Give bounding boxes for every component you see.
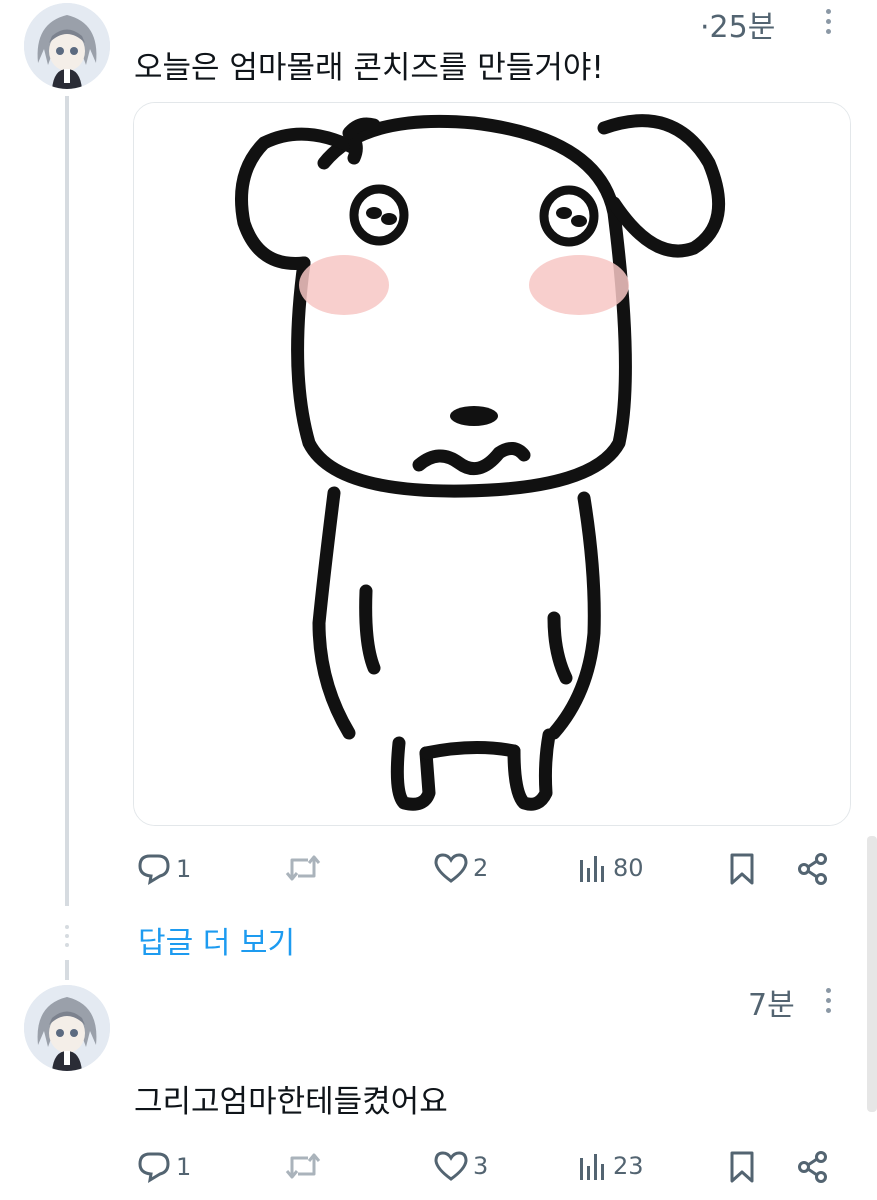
share-icon	[798, 853, 827, 885]
thread-dot	[65, 934, 69, 938]
views-button[interactable]: 23	[577, 1150, 644, 1182]
like-button[interactable]: 2	[433, 852, 488, 884]
bookmark-button[interactable]	[728, 852, 756, 886]
like-button[interactable]: 3	[433, 1150, 488, 1182]
thread-dot	[65, 925, 69, 929]
more-options-icon[interactable]	[826, 988, 832, 1013]
scrollbar[interactable]	[867, 836, 877, 1112]
post-text: 그리고엄마한테들켰어요	[134, 1084, 448, 1120]
more-options-icon[interactable]	[826, 9, 832, 34]
share-button[interactable]	[796, 1150, 830, 1184]
thread-dot	[65, 943, 69, 947]
post-media[interactable]	[133, 102, 851, 826]
share-button[interactable]	[796, 852, 830, 886]
post-time[interactable]: 7분	[748, 980, 795, 1024]
views-count: 23	[613, 1152, 644, 1180]
bookmark-button[interactable]	[728, 1150, 756, 1184]
post-time[interactable]: ·25분	[700, 2, 775, 46]
share-icon	[798, 1151, 827, 1183]
bookmark-icon	[730, 853, 754, 885]
bookmark-icon	[730, 1151, 754, 1183]
views-button[interactable]: 80	[577, 852, 644, 884]
avatar-image	[24, 985, 110, 1071]
reply-count: 1	[176, 1153, 192, 1181]
avatar[interactable]	[24, 3, 110, 89]
repost-icon	[285, 1153, 321, 1179]
avatar[interactable]	[24, 985, 110, 1071]
heart-icon	[434, 853, 468, 883]
thread-line	[65, 960, 69, 980]
views-icon	[580, 1154, 604, 1180]
reply-icon	[138, 1152, 170, 1183]
repost-button[interactable]	[284, 852, 326, 884]
show-more-replies-link[interactable]: 답글 더 보기	[138, 918, 295, 962]
reply-button[interactable]: 1	[136, 852, 191, 886]
like-count: 2	[473, 854, 489, 882]
like-count: 3	[473, 1152, 489, 1180]
views-count: 80	[613, 854, 644, 882]
thread-line	[65, 96, 69, 906]
avatar-image	[24, 3, 110, 89]
heart-icon	[434, 1151, 468, 1181]
reply-count: 1	[176, 855, 192, 883]
repost-button[interactable]	[284, 1150, 326, 1182]
post-text: 오늘은 엄마몰래 콘치즈를 만들거야!	[134, 50, 604, 86]
reply-button[interactable]: 1	[136, 1150, 191, 1184]
reply-icon	[138, 854, 170, 885]
repost-icon	[285, 855, 321, 881]
cartoon-puppy-image	[134, 103, 850, 825]
views-icon	[580, 856, 604, 882]
